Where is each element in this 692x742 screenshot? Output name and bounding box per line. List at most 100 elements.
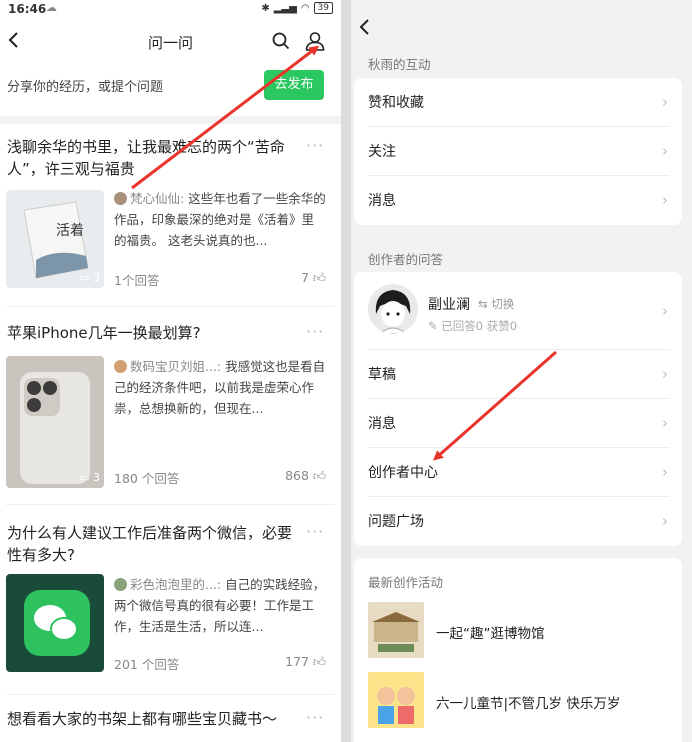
menu-item-label: 消息 <box>368 416 396 432</box>
list-item[interactable]: 想看看大家的书架上都有哪些宝贝藏书～ ··· <box>0 706 341 742</box>
pencil-icon: ✎ <box>428 319 438 333</box>
creator-profile[interactable]: 副业澜 ⇆ 切换 ✎ 已回答0 获赞0 › <box>354 272 682 350</box>
post-title[interactable]: 想看看大家的书架上都有哪些宝贝藏书～ <box>7 708 297 730</box>
avatar <box>114 578 127 591</box>
like-value: 7 <box>300 270 309 285</box>
status-bar: 16:46 ☁ ✱ ▂▃▅ ◠ 39 <box>0 0 341 20</box>
activity-title[interactable]: 一起“趣”逛博物馆 <box>436 622 545 642</box>
answer-count[interactable]: 1个回答 <box>114 273 159 288</box>
menu-item-drafts[interactable]: 草稿 › <box>354 350 682 399</box>
like-count[interactable]: 7 👍︎ <box>301 270 326 286</box>
post-title[interactable]: 浅聊余华的书里，让我最难忘的两个“苦命人”，许三观与福贵 <box>7 136 297 180</box>
menu-item-creator-messages[interactable]: 消息 › <box>354 399 682 448</box>
image-count-badge: ▭ 3 <box>79 271 100 284</box>
post-meta: 201 个回答 177 👍︎ <box>114 654 326 673</box>
chevron-right-icon: › <box>662 142 668 160</box>
bluetooth-icon: ✱ <box>261 2 270 14</box>
publish-button[interactable]: 去发布 <box>264 70 324 100</box>
status-icons: ✱ ▂▃▅ ◠ 39 <box>261 2 333 14</box>
profile-name: 副业澜 <box>428 297 470 313</box>
more-icon[interactable]: ··· <box>306 522 324 541</box>
post-thumbnail[interactable] <box>6 574 104 672</box>
activity-thumbnail[interactable] <box>368 602 424 658</box>
post-title[interactable]: 为什么有人建议工作后准备两个微信，必要性有多大? <box>7 522 297 566</box>
section-label-creator: 创作者的问答 <box>368 252 444 267</box>
post-title[interactable]: 苹果iPhone几年一换最划算? <box>7 322 297 344</box>
thumbs-up-icon: 👍︎ <box>312 468 326 483</box>
section-label-interactions: 秋雨的互动 <box>368 57 431 72</box>
share-prompt[interactable]: 分享你的经历，或提个问题 <box>7 76 163 95</box>
svg-text:活着: 活着 <box>56 223 84 239</box>
interaction-card: 赞和收藏 › 关注 › 消息 › <box>354 78 682 225</box>
avatar <box>114 192 127 205</box>
wechat-image <box>6 574 104 672</box>
search-icon[interactable] <box>270 30 292 52</box>
menu-item-question-square[interactable]: 问题广场 › <box>354 497 682 546</box>
answer-author: 彩色泡泡里的...: <box>130 577 222 592</box>
user-profile-icon[interactable] <box>304 30 326 52</box>
post-thumbnail[interactable]: ▭ 3 <box>6 356 104 488</box>
top-nav: 问一问 <box>0 26 341 58</box>
list-item[interactable]: 为什么有人建议工作后准备两个微信，必要性有多大? ··· 彩色泡泡里的...: … <box>0 518 341 688</box>
answer-preview[interactable]: 数码宝贝刘姐...: 我感觉这也是看自己的经济条件吧，以前我是虚荣心作祟，总想换… <box>114 356 326 419</box>
activity-thumbnail[interactable] <box>368 672 424 728</box>
creator-card: 副业澜 ⇆ 切换 ✎ 已回答0 获赞0 › 草稿 › 消息 › 创作者中心 › <box>354 272 682 546</box>
back-arrow-icon[interactable] <box>355 16 375 38</box>
image-count-badge: ▭ 3 <box>79 471 100 484</box>
battery-icon: 39 <box>313 2 333 14</box>
chevron-right-icon: › <box>662 302 668 320</box>
switch-account-button[interactable]: ⇆ 切换 <box>478 296 514 312</box>
chevron-right-icon: › <box>662 365 668 383</box>
answer-count[interactable]: 201 个回答 <box>114 657 179 672</box>
more-icon[interactable]: ··· <box>306 322 324 341</box>
post-thumbnail[interactable]: 活着 ▭ 3 <box>6 190 104 288</box>
activity-title[interactable]: 六一儿童节|不管几岁 快乐万岁 <box>436 692 620 712</box>
menu-item-label: 创作者中心 <box>368 465 438 481</box>
menu-item-messages[interactable]: 消息 › <box>354 176 682 225</box>
phone-image <box>6 356 104 488</box>
more-icon[interactable]: ··· <box>306 136 324 155</box>
divider <box>6 694 335 695</box>
answer-preview[interactable]: 彩色泡泡里的...: 自己的实践经验，两个微信号真的很有必要！工作是工作，生活是… <box>114 574 326 637</box>
avatar <box>114 360 127 373</box>
menu-item-likes-favorites[interactable]: 赞和收藏 › <box>354 78 682 127</box>
screen-divider <box>341 0 351 742</box>
chevron-right-icon: › <box>662 463 668 481</box>
status-time: 16:46 <box>8 2 47 16</box>
switch-label: 切换 <box>491 297 515 311</box>
more-icon[interactable]: ··· <box>306 708 324 727</box>
divider <box>6 504 335 505</box>
chevron-right-icon: › <box>662 191 668 209</box>
signal-icon: ▂▃▅ <box>273 2 297 14</box>
share-bar: 分享你的经历，或提个问题 去发布 <box>0 68 341 104</box>
image-count: 3 <box>93 471 100 484</box>
thumbs-up-icon: 👍︎ <box>312 270 326 285</box>
answer-preview[interactable]: 梵心仙仙: 这些年也看了一些余华的作品，印象最深的绝对是《活着》里的福贵。 这老… <box>114 188 326 251</box>
activity-card: 最新创作活动 一起“趣”逛博物馆 六一儿童节|不管几岁 快乐万岁 <box>354 558 682 742</box>
avatar <box>368 284 418 334</box>
menu-item-creator-center[interactable]: 创作者中心 › <box>354 448 682 497</box>
menu-item-label: 赞和收藏 <box>368 95 424 111</box>
chevron-right-icon: › <box>662 414 668 432</box>
like-count[interactable]: 868 👍︎ <box>285 468 326 484</box>
list-item[interactable]: 苹果iPhone几年一换最划算? ··· ▭ 3 数码宝贝刘姐...: 我感觉这… <box>0 318 341 498</box>
chevron-right-icon: › <box>662 93 668 111</box>
list-item[interactable]: 浅聊余华的书里，让我最难忘的两个“苦命人”，许三观与福贵 ··· 活着 ▭ 3 … <box>0 132 341 302</box>
stats-text: 已回答0 获赞0 <box>441 319 518 333</box>
anime-avatar-image <box>368 284 418 334</box>
divider <box>6 306 335 307</box>
answer-author: 梵心仙仙: <box>130 191 185 206</box>
menu-item-label: 消息 <box>368 193 396 209</box>
like-count[interactable]: 177 👍︎ <box>285 654 326 670</box>
answer-author: 数码宝贝刘姐...: <box>130 359 222 374</box>
screenshot-root: 16:46 ☁ ✱ ▂▃▅ ◠ 39 问一问 分享你的经历，或提个问题 去发布 … <box>0 0 692 742</box>
answer-count[interactable]: 180 个回答 <box>114 471 179 486</box>
cloud-icon: ☁ <box>46 1 57 14</box>
menu-item-label: 问题广场 <box>368 514 424 530</box>
thumbs-up-icon: 👍︎ <box>312 654 326 669</box>
profile-stats: ✎ 已回答0 获赞0 <box>428 318 517 334</box>
menu-item-follows[interactable]: 关注 › <box>354 127 682 176</box>
childrens-day-poster-image <box>368 672 424 728</box>
question-feed-screen: 16:46 ☁ ✱ ▂▃▅ ◠ 39 问一问 分享你的经历，或提个问题 去发布 … <box>0 0 341 742</box>
chevron-right-icon: › <box>662 512 668 530</box>
